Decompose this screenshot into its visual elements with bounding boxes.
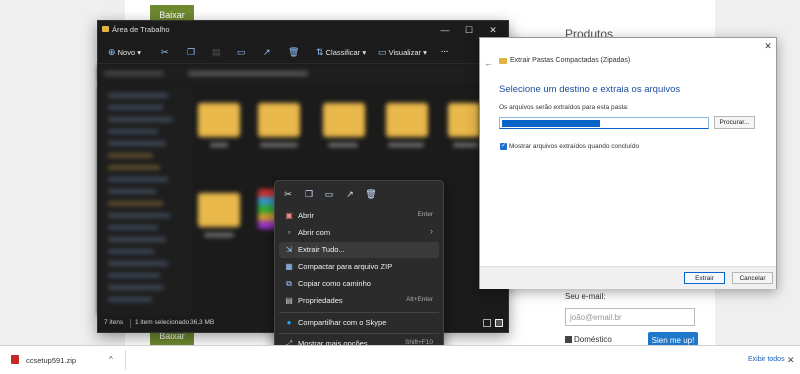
open-with-icon: ▫ (287, 228, 291, 237)
folder-icon[interactable] (198, 193, 240, 227)
extract-icon: ⇲ (285, 245, 293, 254)
cut-icon[interactable]: ✂ (161, 45, 169, 59)
tiles-view-icon[interactable] (495, 319, 503, 327)
ctx-item-label: Copiar como caminho (298, 279, 371, 288)
domestic-checkbox[interactable] (565, 336, 572, 343)
ctx-item-copy-path[interactable]: ⧉ Copiar como caminho (279, 276, 439, 292)
view-label: Visualizar (388, 48, 421, 57)
sort-icon: ⇅ (316, 47, 324, 57)
show-files-label: Mostrar arquivos extraídos quando conclu… (509, 143, 640, 150)
divider (125, 350, 126, 370)
ctx-item-open-with[interactable]: ▫ Abrir com › (279, 225, 439, 241)
share-icon[interactable]: ↗ (263, 45, 271, 59)
folder-icon[interactable] (198, 103, 240, 137)
dialog-title: Extrair Pastas Compactadas (Zipadas) (510, 57, 631, 64)
copy-path-icon: ⧉ (286, 279, 292, 288)
destination-path-input[interactable] (499, 117, 709, 129)
ctx-item-shortcut: Enter (417, 211, 433, 218)
properties-icon: ▤ (285, 296, 293, 305)
context-menu: ✂ ❐ ▭ ↗ 🗑 ▣ Abrir Enter ▫ Abrir com › ⇲ … (274, 180, 444, 354)
delete-icon[interactable]: 🗑 (288, 45, 299, 59)
zip-folder-icon (499, 58, 507, 64)
show-all-link[interactable]: Exibir todos (748, 356, 785, 363)
sort-button[interactable]: ⇅ Classificar ▾ (316, 45, 366, 60)
rename-icon[interactable]: ▭ (322, 187, 336, 201)
rename-icon[interactable]: ▭ (237, 45, 246, 59)
browse-button[interactable]: Procurar... (714, 116, 755, 129)
ctx-item-share-skype[interactable]: ● Compartilhar com o Skype (279, 315, 439, 331)
new-button[interactable]: ⊕ Novo ▾ (108, 45, 141, 60)
back-arrow-icon[interactable]: ← (484, 58, 493, 68)
ctx-item-label: Extrair Tudo... (298, 245, 345, 254)
explorer-toolbar: ⊕ Novo ▾ ✂ ❐ ▤ ▭ ↗ 🗑 ⇅ Classificar ▾ ▭ V… (98, 41, 508, 64)
folder-icon (102, 26, 109, 32)
open-icon: ▣ (285, 211, 293, 220)
share-icon[interactable]: ↗ (343, 187, 357, 201)
ctx-item-label: Abrir (298, 211, 314, 220)
selected-count: 1 item selecionado (135, 319, 190, 326)
extract-button[interactable]: Extrair (684, 272, 725, 284)
ctx-item-open[interactable]: ▣ Abrir Enter (279, 208, 439, 224)
domestic-label: Doméstico (574, 335, 612, 344)
minimize-icon[interactable]: — (436, 23, 454, 37)
ctx-item-properties[interactable]: ▤ Propriedades Alt+Enter (279, 293, 439, 309)
show-files-checkbox[interactable]: ✓ (500, 143, 507, 150)
address-bar[interactable] (98, 65, 508, 83)
email-label: Seu e-mail: (565, 292, 606, 301)
navigation-pane[interactable] (98, 85, 193, 315)
chevron-right-icon: › (430, 226, 433, 236)
ctx-item-label: Compartilhar com o Skype (298, 318, 387, 327)
selected-size: 36,3 MB (190, 319, 215, 326)
folder-icon[interactable] (448, 103, 480, 137)
explorer-title: Área de Trabalho (112, 25, 170, 34)
cancel-button[interactable]: Cancelar (732, 272, 773, 284)
zip-icon: ▦ (285, 262, 293, 271)
menu-divider (279, 312, 439, 313)
paste-icon[interactable]: ▤ (212, 45, 221, 59)
extract-dialog: ✕ ← Extrair Pastas Compactadas (Zipadas)… (479, 37, 777, 289)
view-button[interactable]: ▭ Visualizar ▾ (378, 45, 427, 60)
new-label: Novo (117, 48, 136, 57)
copy-icon[interactable]: ❐ (187, 45, 195, 59)
ctx-item-label: Compactar para arquivo ZIP (298, 262, 393, 271)
selected-path-text (502, 120, 600, 127)
ctx-item-extract-all[interactable]: ⇲ Extrair Tudo... (279, 242, 439, 258)
chevron-up-icon[interactable]: ^ (109, 355, 113, 364)
copy-icon[interactable]: ❐ (302, 187, 316, 201)
ctx-item-shortcut: Alt+Enter (406, 296, 433, 303)
sort-label: Classificar (325, 48, 361, 57)
more-button[interactable]: ··· (441, 45, 449, 59)
dialog-heading: Selecione um destino e extraia os arquiv… (499, 84, 681, 95)
destination-label: Os arquivos serão extraídos para esta pa… (499, 104, 629, 111)
ctx-item-label: Propriedades (298, 296, 343, 305)
plus-icon: ⊕ (108, 47, 116, 57)
maximize-icon[interactable]: ☐ (460, 23, 478, 37)
folder-icon[interactable] (323, 103, 365, 137)
folder-icon[interactable] (258, 103, 300, 137)
cut-icon[interactable]: ✂ (281, 187, 295, 201)
details-view-icon[interactable] (483, 319, 491, 327)
email-input[interactable]: joão@email.br (565, 308, 695, 326)
items-count: 7 itens (104, 319, 124, 326)
skype-icon: ● (286, 318, 292, 327)
close-icon[interactable]: ✕ (762, 40, 774, 52)
ctx-item-label: Abrir com (298, 228, 331, 237)
close-icon[interactable]: ✕ (787, 355, 795, 366)
zip-file-icon (11, 355, 19, 364)
view-icon: ▭ (378, 47, 387, 57)
menu-divider (279, 333, 439, 334)
ctx-item-compress-zip[interactable]: ▦ Compactar para arquivo ZIP (279, 259, 439, 275)
delete-icon[interactable]: 🗑 (364, 187, 378, 201)
folder-icon[interactable] (386, 103, 428, 137)
download-bar: ccsetup591.zip ^ Exibir todos ✕ (0, 345, 800, 374)
close-icon[interactable]: ✕ (484, 23, 502, 37)
download-filename[interactable]: ccsetup591.zip (26, 356, 76, 365)
explorer-titlebar: Área de Trabalho — ☐ ✕ (98, 21, 508, 39)
